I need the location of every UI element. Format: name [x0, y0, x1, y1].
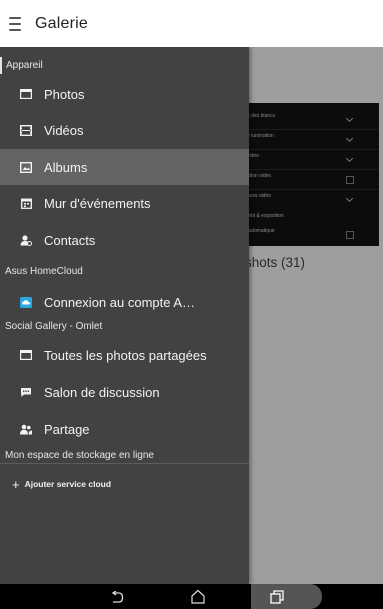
plus-icon: +	[12, 476, 20, 492]
contacts-icon	[20, 234, 32, 246]
drawer-item-events[interactable]: Mur d'événements	[0, 185, 249, 221]
drawer-item-homecloud-login[interactable]: Connexion au compte A…	[0, 284, 249, 320]
shared-photos-icon	[20, 350, 32, 361]
chat-icon	[20, 387, 32, 398]
drawer-item-photos[interactable]: Photos	[0, 76, 249, 112]
drawer-item-videos[interactable]: Vidéos	[0, 112, 249, 148]
app-bar: Galerie	[0, 0, 383, 47]
section-header-homecloud: Asus HomeCloud	[5, 266, 83, 277]
photos-icon	[20, 89, 32, 100]
settings-row: e lumination	[244, 133, 379, 150]
section-header-social-gallery: Social Gallery - Omlet	[5, 321, 103, 332]
navigation-drawer: Appareil Photos Vidéos Albums Mur d'évén…	[0, 47, 249, 584]
album-thumbnail[interactable]: e des blancs e lumination vidéo ation vi…	[244, 103, 379, 246]
videos-icon	[20, 124, 32, 136]
checkbox-icon	[346, 176, 354, 184]
settings-row: ation vidéo	[244, 173, 379, 190]
settings-row: automatique	[244, 228, 379, 245]
homecloud-icon	[20, 296, 32, 308]
chevron-down-icon	[345, 154, 354, 163]
drawer-item-label: Salon de discussion	[44, 384, 160, 400]
add-cloud-service-button[interactable]: + Ajouter service cloud	[12, 473, 242, 495]
settings-row: e des blancs	[244, 113, 379, 130]
home-icon[interactable]	[185, 584, 211, 609]
drawer-item-contacts[interactable]: Contacts	[0, 222, 249, 258]
drawer-item-label: Toutes les photos partagées	[44, 347, 207, 363]
drawer-item-albums[interactable]: Albums	[0, 149, 249, 185]
drawer-item-label: Vidéos	[44, 122, 84, 138]
drawer-item-label: Mur d'événements	[44, 195, 151, 211]
section-header-cloud-storage: Mon espace de stockage en ligne	[0, 447, 249, 464]
drawer-item-label: Contacts	[44, 232, 96, 248]
chevron-down-icon	[345, 134, 354, 143]
back-icon[interactable]	[105, 584, 129, 609]
album-label[interactable]: shots (31)	[245, 255, 305, 270]
share-icon	[20, 424, 32, 435]
drawer-item-chat[interactable]: Salon de discussion	[0, 374, 249, 410]
app-title: Galerie	[35, 14, 88, 32]
drawer-item-shared-photos[interactable]: Toutes les photos partagées	[0, 337, 249, 373]
drawer-item-label: Partage	[44, 421, 90, 437]
albums-icon	[20, 161, 32, 173]
section-header-device: Appareil	[0, 57, 249, 74]
system-navigation-bar	[0, 584, 383, 609]
recent-apps-icon[interactable]	[265, 584, 289, 609]
menu-icon[interactable]	[9, 16, 21, 31]
chevron-down-icon	[345, 194, 354, 203]
settings-row: nces vidéo	[244, 193, 379, 210]
calendar-icon	[20, 198, 32, 209]
checkbox-icon	[346, 231, 354, 239]
drawer-item-label: Albums	[44, 159, 88, 175]
add-cloud-service-label: Ajouter service cloud	[24, 479, 112, 489]
drawer-item-label: Connexion au compte A…	[44, 294, 196, 310]
drawer-item-share[interactable]: Partage	[0, 411, 249, 447]
drawer-item-label: Photos	[44, 86, 85, 102]
settings-row: vidéo	[244, 153, 379, 170]
chevron-down-icon	[345, 114, 354, 123]
